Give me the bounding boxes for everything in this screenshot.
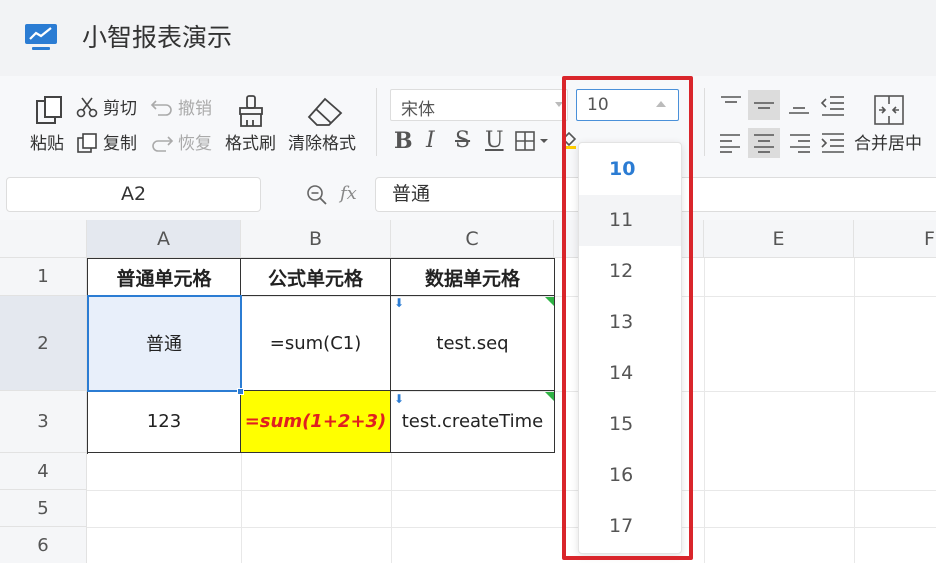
cell-c3[interactable]: test.createTime — [391, 391, 555, 453]
align-center-icon — [754, 134, 774, 153]
down-arrow-icon: ⬇ — [394, 392, 405, 406]
border-icon[interactable] — [515, 131, 549, 151]
align-left-icon[interactable] — [716, 130, 746, 156]
down-arrow-icon: ⬇ — [394, 296, 405, 310]
cell-reference-box[interactable]: A2 — [6, 177, 261, 212]
monitor-chart-icon — [25, 24, 57, 50]
cell-a1[interactable]: 普通单元格 — [88, 259, 241, 296]
copy-button[interactable]: 复制 — [103, 133, 137, 155]
toolbar-divider — [376, 88, 377, 156]
row-header-6[interactable]: 6 — [0, 527, 87, 563]
fill-handle[interactable] — [237, 388, 244, 395]
cell-b2[interactable]: =sum(C1) — [241, 296, 391, 391]
fx-label: fx — [340, 183, 357, 204]
cell-b3[interactable]: =sum(1+2+3) — [241, 391, 391, 453]
green-triangle-icon — [545, 392, 554, 401]
row-header-4[interactable]: 4 — [0, 453, 87, 490]
green-triangle-icon — [545, 297, 554, 306]
italic-button[interactable]: I — [426, 128, 435, 154]
select-all-corner[interactable] — [0, 220, 87, 258]
cell-c1[interactable]: 数据单元格 — [391, 259, 555, 296]
format-painter-icon[interactable] — [236, 94, 266, 128]
highlight-annotation-box — [562, 76, 693, 560]
clear-format-button[interactable]: 清除格式 — [288, 133, 356, 155]
column-header-a[interactable]: A — [87, 220, 241, 258]
undo-button[interactable]: 撤销 — [178, 98, 212, 120]
column-header-b[interactable]: B — [241, 220, 391, 258]
eraser-icon[interactable] — [305, 95, 345, 127]
redo-icon[interactable] — [150, 132, 174, 154]
cell-b1[interactable]: 公式单元格 — [241, 259, 391, 296]
paste-icon[interactable] — [33, 95, 65, 127]
align-bottom-icon[interactable] — [784, 92, 814, 120]
gridline — [87, 527, 936, 528]
strikethrough-button[interactable]: S — [455, 128, 470, 154]
font-family-select[interactable]: 宋体 — [390, 89, 568, 121]
column-header-e[interactable]: E — [704, 220, 854, 258]
font-family-value: 宋体 — [401, 100, 435, 120]
cell-a3[interactable]: 123 — [88, 391, 241, 453]
gridline — [87, 490, 936, 491]
gridline — [854, 258, 855, 563]
app-title: 小智报表演示 — [82, 23, 233, 52]
gridline — [704, 258, 705, 563]
gridline — [391, 453, 392, 563]
align-right-icon[interactable] — [784, 130, 814, 156]
undo-icon[interactable] — [150, 96, 174, 118]
row-header-2[interactable]: 2 — [0, 296, 87, 391]
merge-cells-icon[interactable] — [872, 93, 906, 127]
merge-center-button[interactable]: 合并居中 — [854, 133, 922, 155]
align-top-icon[interactable] — [716, 92, 746, 120]
column-header-f[interactable]: F — [854, 220, 936, 258]
row-header-5[interactable]: 5 — [0, 490, 87, 527]
selection-outline — [87, 295, 242, 392]
column-header-c[interactable]: C — [391, 220, 554, 258]
format-painter-button[interactable]: 格式刷 — [225, 133, 276, 155]
bold-button[interactable]: B — [394, 128, 413, 154]
cut-button[interactable]: 剪切 — [103, 98, 137, 120]
redo-button[interactable]: 恢复 — [178, 133, 212, 155]
zoom-search-icon[interactable] — [306, 184, 328, 206]
toolbar-divider — [704, 88, 705, 156]
underline-button[interactable]: U — [485, 128, 504, 154]
paste-button[interactable]: 粘贴 — [30, 133, 64, 155]
cell-c2[interactable]: test.seq — [391, 296, 555, 391]
align-middle-icon — [754, 102, 774, 109]
scissors-icon[interactable] — [76, 96, 98, 118]
copy-icon[interactable] — [76, 132, 98, 154]
row-header-3[interactable]: 3 — [0, 391, 87, 453]
indent-decrease-icon[interactable] — [818, 92, 848, 120]
row-header-1[interactable]: 1 — [0, 258, 87, 296]
indent-increase-icon[interactable] — [818, 130, 848, 156]
gridline — [241, 453, 242, 563]
